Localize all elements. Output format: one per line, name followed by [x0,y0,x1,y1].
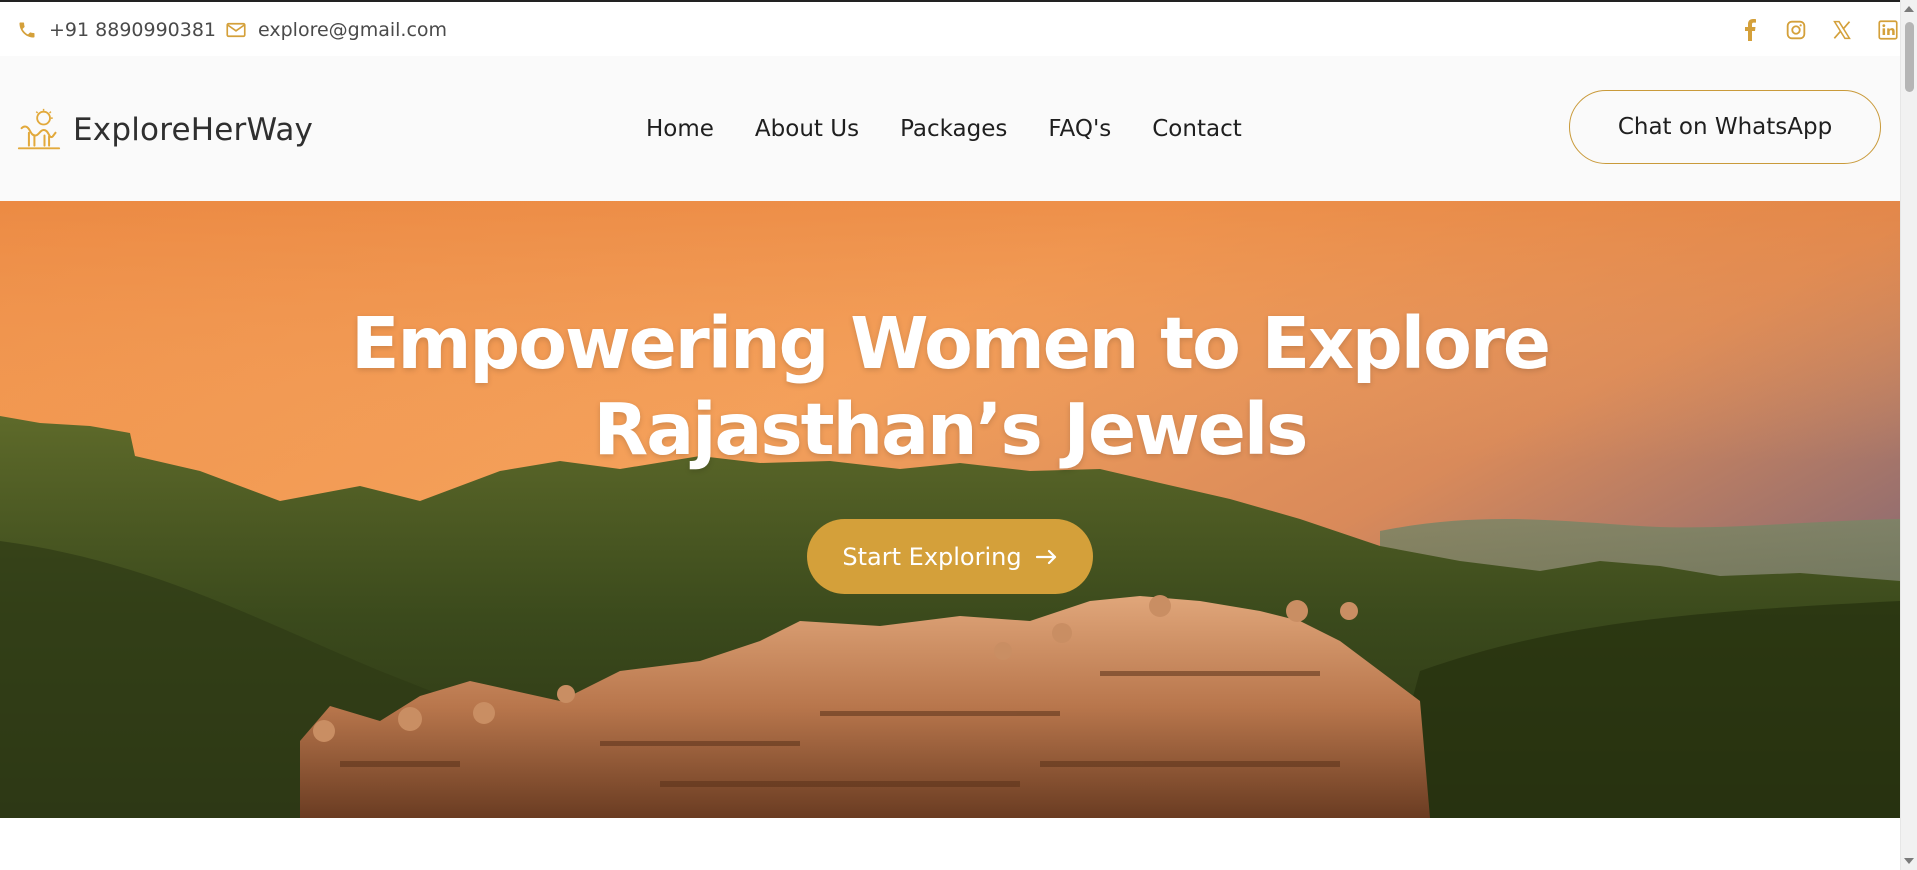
chat-on-whatsapp-button[interactable]: Chat on WhatsApp [1569,90,1881,164]
start-exploring-button[interactable]: Start Exploring [807,519,1093,594]
arrow-right-icon [1035,549,1058,565]
camel-logo-icon [17,108,61,150]
linkedin-icon[interactable] [1876,18,1900,42]
nav-packages[interactable]: Packages [900,116,1007,142]
logo[interactable]: ExploreHerWay [17,108,313,152]
instagram-icon[interactable] [1784,18,1808,42]
email-contact[interactable]: explore@gmail.com [226,2,447,58]
hero-background-image [0,201,1900,818]
scroll-up-arrow-icon[interactable] [1904,6,1914,12]
scroll-down-arrow-icon[interactable] [1904,858,1914,864]
phone-number: +91 8890990381 [49,19,217,41]
nav-about-us[interactable]: About Us [755,116,859,142]
x-icon[interactable] [1830,18,1854,42]
hero-title-line-2: Rajasthan’s Jewels [593,388,1309,471]
start-exploring-label: Start Exploring [842,542,1022,571]
top-bar: +91 8890990381 explore@gmail.com [0,0,1900,56]
hero-title: Empowering Women to Explore Rajasthan’s … [0,301,1900,473]
scroll-thumb[interactable] [1905,22,1914,92]
social-links [1716,2,1900,58]
mail-icon [226,22,246,38]
nav-home[interactable]: Home [646,116,714,142]
email-address: explore@gmail.com [258,19,448,41]
phone-contact[interactable]: +91 8890990381 [17,2,216,58]
site-header: ExploreHerWay Home About Us Packages FAQ… [0,56,1900,201]
hero-title-line-1: Empowering Women to Explore [350,302,1551,385]
nav-contact[interactable]: Contact [1152,116,1241,142]
phone-icon [19,22,35,38]
main-nav: Home About Us Packages FAQ's Contact [646,56,1242,201]
facebook-icon[interactable] [1738,18,1762,42]
logo-text: ExploreHerWay [73,112,314,148]
vertical-scrollbar[interactable] [1900,0,1917,870]
hero-section: Empowering Women to Explore Rajasthan’s … [0,201,1900,818]
page: +91 8890990381 explore@gmail.com Explore… [0,0,1900,870]
nav-faqs[interactable]: FAQ's [1048,116,1111,142]
